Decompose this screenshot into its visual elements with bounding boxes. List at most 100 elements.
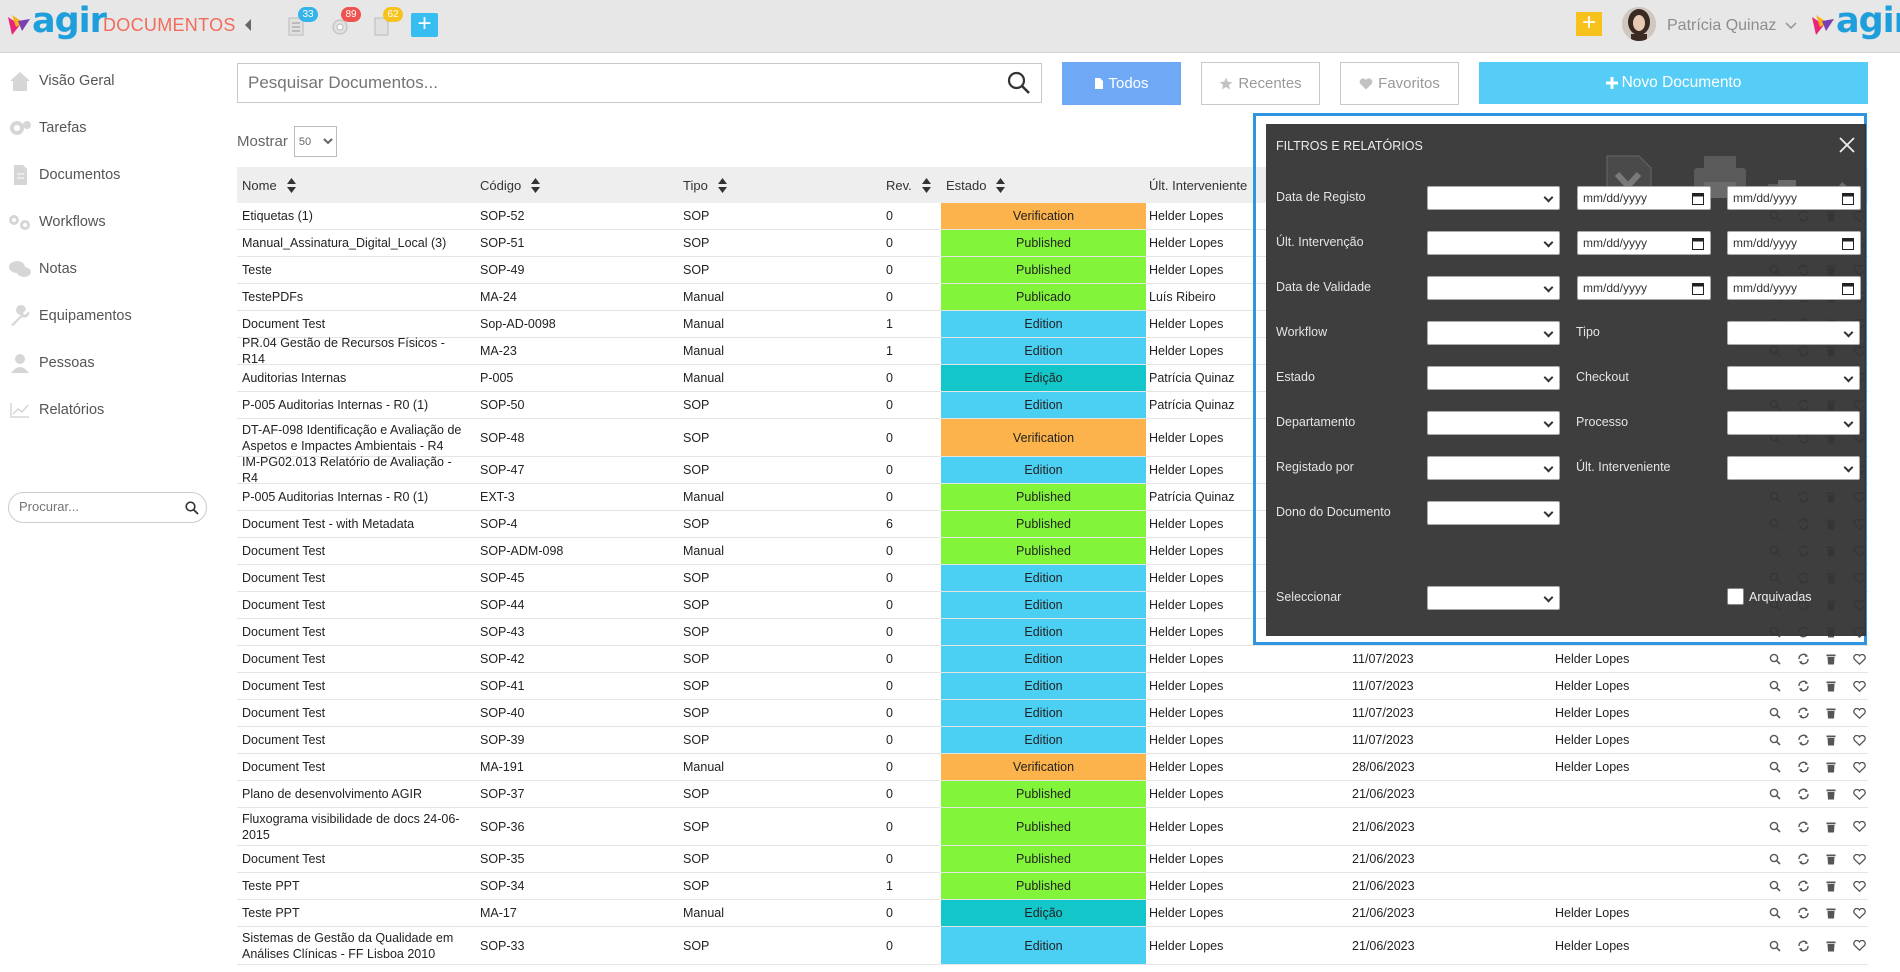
documents-notification[interactable]: 33 <box>287 7 318 38</box>
heart-icon[interactable] <box>1852 680 1866 692</box>
sidebar-item-notas[interactable]: Notas <box>0 250 210 288</box>
search-icon[interactable] <box>1007 71 1031 95</box>
cell-name[interactable]: Fluxograma visibilidade de docs 24-06-20… <box>242 808 462 845</box>
filter-registado-por-select[interactable] <box>1427 456 1560 480</box>
filter-registo-select[interactable] <box>1427 186 1560 210</box>
trash-icon[interactable] <box>1826 788 1836 800</box>
heart-icon[interactable] <box>1852 788 1866 800</box>
user-menu[interactable]: Patrícia Quinaz <box>1667 17 1797 35</box>
view-icon[interactable] <box>1769 821 1781 833</box>
archived-checkbox[interactable] <box>1727 588 1744 605</box>
trash-icon[interactable] <box>1826 707 1836 719</box>
filter-recent-button[interactable]: Recentes <box>1201 62 1320 105</box>
cell-name[interactable]: Document Test - with Metadata <box>242 511 462 537</box>
new-document-button[interactable]: Novo Documento <box>1479 62 1868 104</box>
cell-name[interactable]: Document Test <box>242 727 462 753</box>
view-icon[interactable] <box>1769 707 1781 719</box>
trash-icon[interactable] <box>1826 761 1836 773</box>
refresh-icon[interactable] <box>1797 761 1810 773</box>
cell-name[interactable]: P-005 Auditorias Internas - R0 (1) <box>242 484 462 510</box>
sidebar-item-documentos[interactable]: Documentos <box>0 156 210 194</box>
sidebar-search-input[interactable] <box>19 499 169 514</box>
heart-icon[interactable] <box>1852 853 1866 865</box>
filter-intervencao-to[interactable]: mm/dd/yyyy <box>1727 231 1861 255</box>
refresh-icon[interactable] <box>1797 940 1810 952</box>
sidebar-item-tarefas[interactable]: Tarefas <box>0 109 210 147</box>
table-row[interactable]: Teste PPT SOP-34 SOP 1 Published Helder Lopes… <box>237 873 1868 900</box>
cell-name[interactable]: Auditorias Internas <box>242 365 462 391</box>
heart-icon[interactable] <box>1852 707 1866 719</box>
column-rev[interactable]: Rev. <box>886 167 931 203</box>
sidebar-item-visao-geral[interactable]: Visão Geral <box>0 62 210 100</box>
filter-validade-to[interactable]: mm/dd/yyyy <box>1727 276 1861 300</box>
trash-icon[interactable] <box>1826 734 1836 746</box>
filter-dono-select[interactable] <box>1427 501 1560 525</box>
view-icon[interactable] <box>1769 761 1781 773</box>
view-icon[interactable] <box>1769 880 1781 892</box>
sidebar-item-equipamentos[interactable]: Equipamentos <box>0 297 210 335</box>
settings-notification[interactable]: 89 <box>330 7 361 38</box>
filter-favorites-button[interactable]: Favoritos <box>1340 62 1459 105</box>
cell-name[interactable]: Plano de desenvolvimento AGIR <box>242 781 462 807</box>
column-name[interactable]: Nome <box>242 167 296 203</box>
close-icon[interactable] <box>1838 136 1856 154</box>
column-type[interactable]: Tipo <box>683 167 727 203</box>
cell-name[interactable]: Document Test <box>242 846 462 872</box>
document-search-input[interactable] <box>248 73 948 93</box>
table-row[interactable]: Document Test SOP-35 SOP 0 Published Helder L… <box>237 846 1868 873</box>
table-row[interactable]: Document Test SOP-39 SOP 0 Edition Helder Lop… <box>237 727 1868 754</box>
filter-checkout-select[interactable] <box>1727 366 1860 390</box>
sidebar-item-workflows[interactable]: Workflows <box>0 203 210 241</box>
cell-name[interactable]: PR.04 Gestão de Recursos Físicos - R14 <box>242 336 462 366</box>
filter-seleccionar-select[interactable] <box>1427 586 1560 610</box>
view-icon[interactable] <box>1769 653 1781 665</box>
column-code[interactable]: Código <box>480 167 541 203</box>
cell-name[interactable]: Sistemas de Gestão da Qualidade em Análi… <box>242 927 462 964</box>
filter-validade-select[interactable] <box>1427 276 1560 300</box>
avatar[interactable] <box>1622 7 1656 41</box>
heart-icon[interactable] <box>1852 734 1866 746</box>
view-icon[interactable] <box>1769 907 1781 919</box>
trash-icon[interactable] <box>1826 653 1836 665</box>
refresh-icon[interactable] <box>1797 853 1810 865</box>
cell-name[interactable]: Manual_Assinatura_Digital_Local (3) <box>242 230 462 256</box>
filter-tipo-select[interactable] <box>1727 321 1860 345</box>
cell-name[interactable]: P-005 Auditorias Internas - R0 (1) <box>242 392 462 418</box>
cell-name[interactable]: TestePDFs <box>242 284 462 310</box>
table-row[interactable]: Plano de desenvolvimento AGIR SOP-37 SOP 0 P… <box>237 781 1868 808</box>
cell-name[interactable]: Etiquetas (1) <box>242 203 462 229</box>
refresh-icon[interactable] <box>1797 680 1810 692</box>
cell-name[interactable]: Teste <box>242 257 462 283</box>
trash-icon[interactable] <box>1826 821 1836 833</box>
table-row[interactable]: Document Test SOP-40 SOP 0 Edition Helder Lop… <box>237 700 1868 727</box>
filter-registo-to[interactable]: mm/dd/yyyy <box>1727 186 1861 210</box>
filter-processo-select[interactable] <box>1727 411 1860 435</box>
cell-name[interactable]: Document Test <box>242 311 462 337</box>
table-row[interactable]: Fluxograma visibilidade de docs 24-06-20… <box>237 808 1868 846</box>
cell-name[interactable]: Document Test <box>242 619 462 645</box>
refresh-icon[interactable] <box>1797 707 1810 719</box>
filter-all-button[interactable]: Todos <box>1062 62 1181 105</box>
refresh-icon[interactable] <box>1797 907 1810 919</box>
trash-icon[interactable] <box>1826 880 1836 892</box>
trash-icon[interactable] <box>1826 940 1836 952</box>
view-icon[interactable] <box>1769 680 1781 692</box>
trash-icon[interactable] <box>1826 907 1836 919</box>
cell-name[interactable]: Teste PPT <box>242 873 462 899</box>
heart-icon[interactable] <box>1852 761 1866 773</box>
table-row[interactable]: Document Test SOP-42 SOP 0 Edition Helder Lop… <box>237 646 1868 673</box>
agir-logo[interactable]: agir <box>6 4 107 39</box>
files-notification[interactable]: 62 <box>372 7 403 38</box>
view-icon[interactable] <box>1769 940 1781 952</box>
refresh-icon[interactable] <box>1797 734 1810 746</box>
cell-name[interactable]: Document Test <box>242 592 462 618</box>
cell-name[interactable]: Document Test <box>242 673 462 699</box>
refresh-icon[interactable] <box>1797 788 1810 800</box>
filter-intervencao-select[interactable] <box>1427 231 1560 255</box>
view-icon[interactable] <box>1769 853 1781 865</box>
column-state[interactable]: Estado <box>946 167 1006 203</box>
filter-registo-from[interactable]: mm/dd/yyyy <box>1577 186 1711 210</box>
filter-workflow-select[interactable] <box>1427 321 1560 345</box>
filter-estado-select[interactable] <box>1427 366 1560 390</box>
cell-name[interactable]: Document Test <box>242 754 462 780</box>
